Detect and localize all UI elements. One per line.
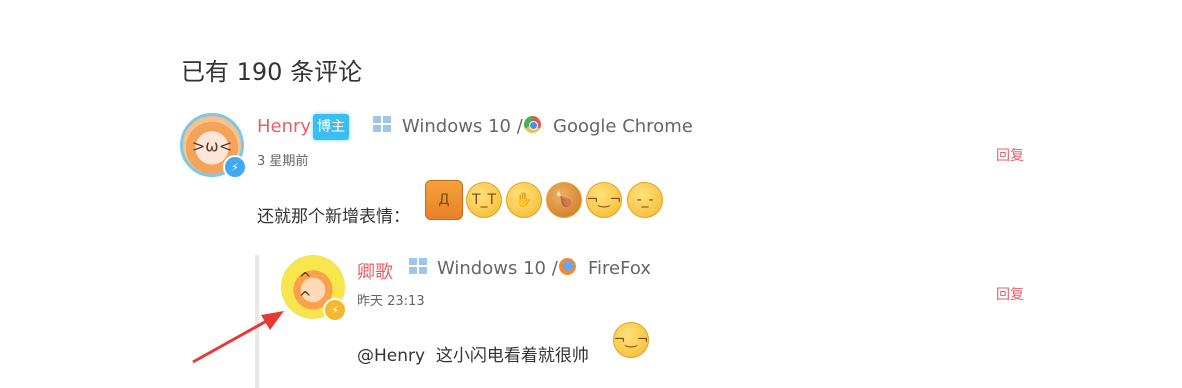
- annotation-arrow-icon: [192, 311, 284, 364]
